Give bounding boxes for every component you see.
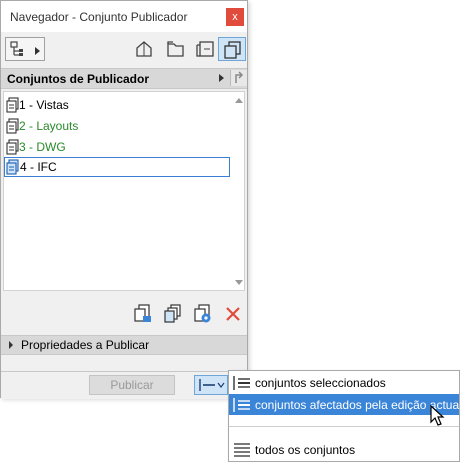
view-map-button[interactable] (131, 37, 159, 61)
up-arrow-icon (235, 71, 244, 83)
affected-sets-icon (233, 398, 250, 412)
layout-book-icon (167, 41, 184, 57)
scroll-up-arrow-icon[interactable] (235, 98, 243, 103)
publisher-set-icon (6, 159, 19, 175)
publish-mode-icon (199, 379, 225, 391)
properties-header[interactable]: Propriedades a Publicar (1, 335, 247, 355)
publisher-set-icon (6, 97, 19, 113)
publisher-sets-icon (224, 41, 241, 59)
list-item[interactable]: 2 - Layouts (4, 116, 230, 136)
scroll-down-arrow-icon[interactable] (235, 280, 243, 285)
mouse-cursor-icon (430, 405, 445, 426)
toolbar (1, 32, 247, 67)
publisher-set-icon (6, 118, 19, 134)
list-item-label: 3 - DWG (19, 140, 66, 154)
duplicate-set-button[interactable] (164, 304, 184, 324)
publish-settings-icon (194, 304, 211, 323)
publisher-sets-header[interactable]: Conjuntos de Publicador (1, 68, 247, 89)
menu-separator (229, 426, 459, 427)
list-item-label: 1 - Vistas (19, 98, 69, 112)
close-button[interactable]: x (226, 8, 244, 26)
up-level-button[interactable] (230, 70, 247, 86)
layout-sheet-icon (196, 41, 214, 57)
list-item-selected[interactable]: 4 - IFC (4, 157, 230, 177)
menu-item-all-sets[interactable]: todos os conjuntos (229, 439, 459, 460)
section-title: Conjuntos de Publicador (7, 72, 150, 86)
layout-book-button[interactable] (162, 37, 190, 61)
navigator-palette: Navegador - Conjunto Publicador x Conjun… (0, 0, 248, 399)
menu-item-affected-sets[interactable]: conjuntos afectados pela edição actual (229, 394, 460, 415)
publish-button[interactable]: Publicar (89, 375, 175, 395)
new-set-icon (134, 304, 151, 322)
properties-label: Propriedades a Publicar (21, 338, 150, 352)
publisher-set-list: 1 - Vistas 2 - Layouts 3 - DWG 4 - IFC (3, 91, 245, 291)
menu-item-label: todos os conjuntos (255, 443, 356, 457)
all-sets-icon (234, 443, 250, 457)
publisher-set-icon (6, 139, 19, 155)
delete-icon (226, 307, 240, 321)
project-tree-icon (10, 41, 23, 56)
footer-bar: Publicar (1, 371, 247, 399)
new-set-button[interactable] (133, 304, 153, 324)
chevron-right-icon[interactable] (219, 74, 224, 82)
list-item[interactable]: 3 - DWG (4, 137, 230, 157)
menu-item-selected-sets[interactable]: conjuntos seleccionados (229, 372, 459, 393)
chevron-right-icon (35, 47, 40, 55)
publish-mode-button[interactable] (194, 375, 228, 395)
publisher-sets-button[interactable] (218, 37, 246, 61)
chevron-right-icon[interactable] (9, 341, 13, 349)
selected-sets-icon (233, 376, 250, 390)
list-item-label: 4 - IFC (20, 160, 57, 174)
delete-button[interactable] (223, 304, 243, 324)
publish-settings-button[interactable] (193, 304, 213, 324)
view-map-icon (136, 41, 152, 57)
window-title: Navegador - Conjunto Publicador (10, 10, 188, 24)
duplicate-set-icon (164, 304, 181, 323)
list-item-label: 2 - Layouts (19, 119, 79, 133)
set-tools-bar (1, 294, 247, 332)
title-bar[interactable]: Navegador - Conjunto Publicador x (1, 1, 247, 32)
layout-sheet-button[interactable] (192, 37, 220, 61)
project-tree-button[interactable] (5, 37, 45, 61)
list-item[interactable]: 1 - Vistas (4, 95, 230, 115)
publish-mode-menu: conjuntos seleccionados conjuntos afecta… (228, 370, 460, 462)
menu-item-label: conjuntos seleccionados (255, 376, 386, 390)
